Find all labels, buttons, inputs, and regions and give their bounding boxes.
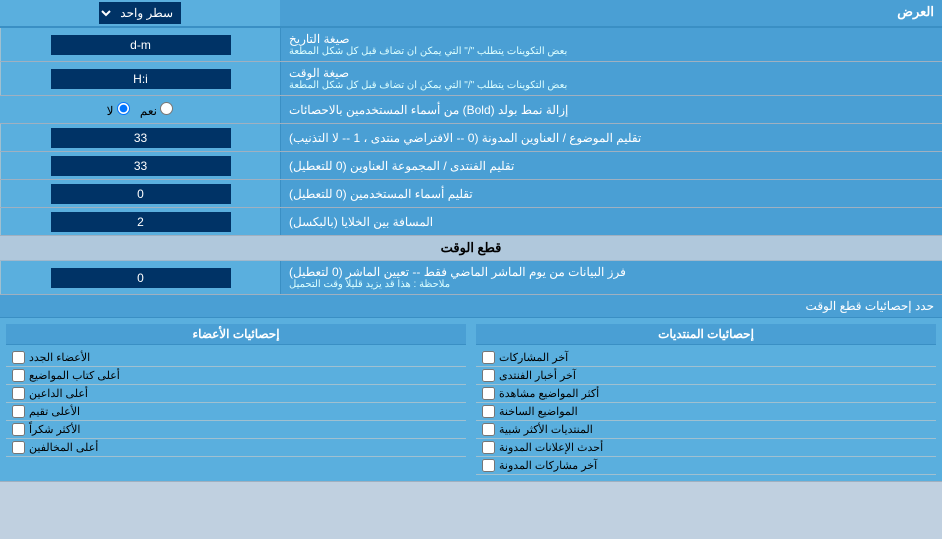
bold-remove-options: نعم لا (0, 96, 280, 123)
bold-no-radio[interactable] (117, 102, 130, 115)
username-order-input-cell (0, 180, 280, 207)
forum-order-label: تقليم الفنتدى / المجموعة العناوين (0 للت… (280, 152, 942, 179)
header-row: العرض سطر واحد سطران ثلاثة أسطر (0, 0, 942, 28)
checkbox-last-posts[interactable] (482, 351, 495, 364)
cell-spacing-row: المسافة بين الخلايا (بالبكسل) (0, 208, 942, 236)
checkbox-popular-forums[interactable] (482, 423, 495, 436)
checkbox-item: الأعضاء الجدد (6, 349, 466, 367)
username-order-input[interactable] (51, 184, 231, 204)
cutoff-filter-input[interactable] (51, 268, 231, 288)
checkbox-new-members[interactable] (12, 351, 25, 364)
checkbox-item: المواضيع الساخنة (476, 403, 936, 421)
cell-spacing-label: المسافة بين الخلايا (بالبكسل) (280, 208, 942, 235)
cutoff-section-header: قطع الوقت (0, 236, 942, 261)
bold-no-label: لا (107, 102, 130, 118)
cell-spacing-input-cell (0, 208, 280, 235)
checkbox-top-posters[interactable] (12, 369, 25, 382)
topic-order-label: تقليم الموضوع / العناوين المدونة (0 -- ا… (280, 124, 942, 151)
checkbox-latest-announces[interactable] (482, 441, 495, 454)
checkbox-item: أحدث الإعلانات المدونة (476, 439, 936, 457)
time-format-label: صيغة الوقت بعض التكوينات يتطلب "/" التي … (280, 62, 942, 95)
checkbox-last-blog-posts[interactable] (482, 459, 495, 472)
checkbox-most-viewed[interactable] (482, 387, 495, 400)
page-title: العرض (280, 0, 942, 26)
checkbox-last-news[interactable] (482, 369, 495, 382)
bold-remove-row: إزالة نمط بولد (Bold) من أسماء المستخدمي… (0, 96, 942, 124)
checkbox-item: آخر أخبار الفنتدى (476, 367, 936, 385)
topic-order-input-cell (0, 124, 280, 151)
username-order-label: تقليم أسماء المستخدمين (0 للتعطيل) (280, 180, 942, 207)
date-format-row: صيغة التاريخ بعض التكوينات يتطلب "/" الت… (0, 28, 942, 62)
checkbox-item: أعلى كتاب المواضيع (6, 367, 466, 385)
time-format-row: صيغة الوقت بعض التكوينات يتطلب "/" التي … (0, 62, 942, 96)
limit-row: حدد إحصائيات قطع الوقت (0, 295, 942, 318)
forum-stats-col: إحصائيات المنتديات آخر المشاركات آخر أخب… (476, 324, 936, 475)
checkbox-item: أعلى المخالفين (6, 439, 466, 457)
header-input-cell: سطر واحد سطران ثلاثة أسطر (0, 0, 280, 26)
cutoff-filter-label: فرز البيانات من يوم الماشر الماضي فقط --… (280, 261, 942, 294)
bold-remove-label: إزالة نمط بولد (Bold) من أسماء المستخدمي… (280, 96, 942, 123)
time-format-input-cell (0, 62, 280, 95)
checkbox-hot-topics[interactable] (482, 405, 495, 418)
checkbox-most-thanked[interactable] (12, 423, 25, 436)
forum-order-input[interactable] (51, 156, 231, 176)
member-stats-col: إحصائيات الأعضاء الأعضاء الجدد أعلى كتاب… (6, 324, 466, 475)
main-container: العرض سطر واحد سطران ثلاثة أسطر صيغة الت… (0, 0, 942, 482)
bold-yes-label: نعم (140, 102, 173, 118)
date-format-input[interactable] (51, 35, 231, 55)
date-format-label: صيغة التاريخ بعض التكوينات يتطلب "/" الت… (280, 28, 942, 61)
forum-stats-header: إحصائيات المنتديات (476, 324, 936, 345)
checkboxes-section: إحصائيات المنتديات آخر المشاركات آخر أخب… (0, 318, 942, 482)
topic-order-row: تقليم الموضوع / العناوين المدونة (0 -- ا… (0, 124, 942, 152)
checkbox-item: المنتديات الأكثر شبية (476, 421, 936, 439)
checkbox-item: الأعلى تقيم (6, 403, 466, 421)
checkbox-item: أكثر المواضيع مشاهدة (476, 385, 936, 403)
bold-yes-radio[interactable] (160, 102, 173, 115)
checkbox-top-violators[interactable] (12, 441, 25, 454)
cutoff-filter-input-cell (0, 261, 280, 294)
checkbox-top-rated[interactable] (12, 405, 25, 418)
cell-spacing-input[interactable] (51, 212, 231, 232)
cutoff-filter-row: فرز البيانات من يوم الماشر الماضي فقط --… (0, 261, 942, 295)
member-stats-header: إحصائيات الأعضاء (6, 324, 466, 345)
forum-order-row: تقليم الفنتدى / المجموعة العناوين (0 للت… (0, 152, 942, 180)
checkbox-item: الأكثر شكراً (6, 421, 466, 439)
checkbox-item: آخر مشاركات المدونة (476, 457, 936, 475)
username-order-row: تقليم أسماء المستخدمين (0 للتعطيل) (0, 180, 942, 208)
date-format-input-cell (0, 28, 280, 61)
time-format-input[interactable] (51, 69, 231, 89)
checkbox-item: أعلى الداعين (6, 385, 466, 403)
checkbox-item: آخر المشاركات (476, 349, 936, 367)
checkbox-top-inviters[interactable] (12, 387, 25, 400)
forum-order-input-cell (0, 152, 280, 179)
topic-order-input[interactable] (51, 128, 231, 148)
display-select[interactable]: سطر واحد سطران ثلاثة أسطر (99, 2, 181, 24)
